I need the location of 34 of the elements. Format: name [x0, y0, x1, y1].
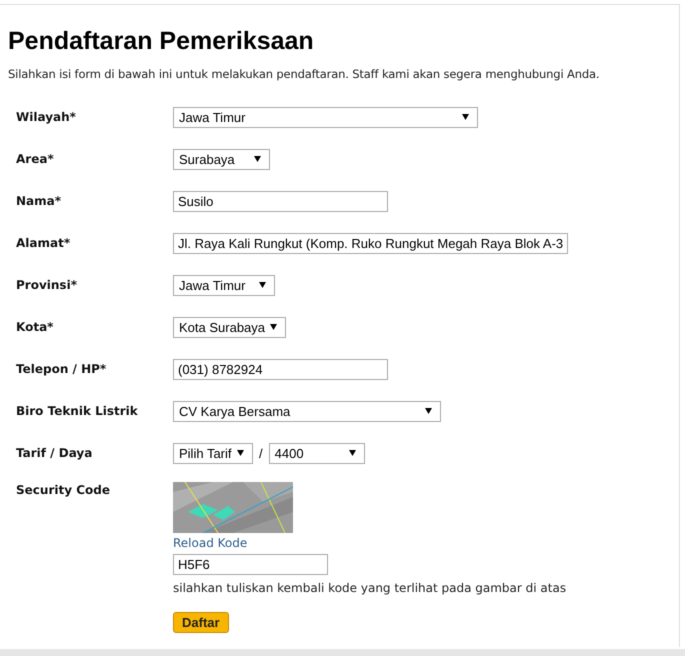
input-field[interactable]: H5F6	[173, 554, 328, 575]
dropdown[interactable]: Pilih Tarif	[173, 442, 253, 464]
dropdown[interactable]: 4400	[268, 442, 365, 464]
field-label: Provinsi*	[15, 278, 78, 292]
caret-icon	[237, 450, 244, 456]
caret-icon	[462, 114, 469, 120]
caret-icon	[425, 408, 432, 414]
field-label: Telepon / HP*	[15, 362, 108, 376]
input-field[interactable]: (031) 8782924	[173, 358, 388, 380]
caret-icon	[348, 450, 356, 456]
separator-text: /	[259, 446, 263, 460]
caret-icon	[259, 282, 266, 288]
page-title: Pendaftaran Pemeriksaan	[8, 27, 315, 55]
dropdown[interactable]: Kota Surabaya	[173, 316, 286, 338]
field-label: Wilayah*	[15, 110, 77, 124]
dropdown[interactable]: Surabaya	[173, 148, 270, 170]
intro-text: Silahkan isi form di bawah ini untuk melakukan pendaftaran. Staff kami akan segera menghubungi Anda.	[8, 67, 600, 81]
dropdown[interactable]: Jawa Timur	[173, 106, 478, 128]
field-label: Area*	[15, 152, 55, 166]
field-label: Alamat*	[15, 236, 72, 250]
caret-icon	[254, 156, 261, 162]
dropdown[interactable]: CV Karya Bersama	[173, 400, 441, 422]
hint-text: silahkan tuliskan kembali kode yang terlihat pada gambar di atas	[173, 581, 566, 595]
field-label: Kota*	[15, 320, 54, 334]
field-label: Nama*	[15, 194, 62, 208]
field-label: Tarif / Daya	[15, 446, 94, 460]
field-label: Security Code	[15, 482, 111, 497]
submit-button[interactable]: Daftar	[173, 612, 229, 633]
field-label: Biro Teknik Listrik	[15, 404, 139, 418]
reload-link[interactable]: Reload Kode	[173, 536, 248, 550]
dropdown[interactable]: Jawa Timur	[173, 274, 275, 296]
caret-icon	[270, 324, 277, 330]
input-field[interactable]: Susilo	[173, 190, 388, 212]
input-field[interactable]: Jl. Raya Kali Rungkut (Komp. Ruko Rungkut Megah Raya Blok A-3	[173, 232, 568, 254]
